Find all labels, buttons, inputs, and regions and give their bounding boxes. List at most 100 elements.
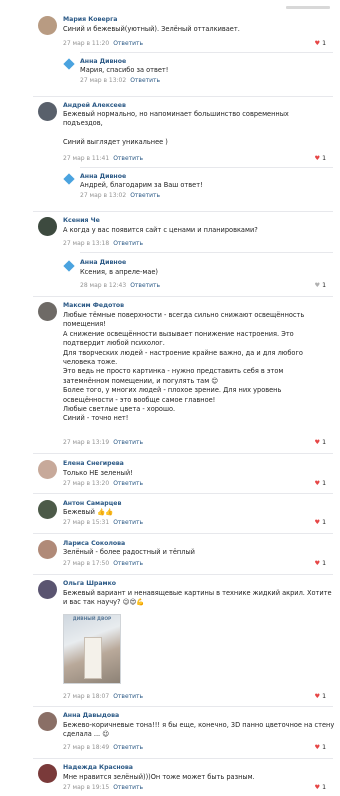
comment-meta: 27 мар в 13:19 Ответить — [63, 439, 143, 446]
like-button[interactable]: ♥ 1 — [315, 519, 327, 526]
comment-time[interactable]: 27 мар в 15:31 — [63, 519, 109, 526]
comment-author[interactable]: Максим Федотов — [63, 302, 124, 309]
divider — [33, 453, 333, 454]
like-button[interactable]: ♥ 1 — [315, 744, 327, 751]
reply-link[interactable]: Ответить — [130, 77, 160, 84]
diamond-logo-icon[interactable] — [63, 260, 75, 272]
avatar[interactable] — [38, 500, 57, 519]
comment-time[interactable]: 27 мар в 11:41 — [63, 155, 109, 162]
comment-time[interactable]: 28 мар в 12:43 — [80, 282, 126, 289]
comment-author[interactable]: Андрей Алексеев — [63, 102, 126, 109]
reply-link[interactable]: Ответить — [113, 40, 143, 47]
comment-text: Бежевый 👍👍 — [63, 508, 114, 516]
divider — [33, 706, 333, 707]
comment-text: А когда у вас появится сайт с ценами и п… — [63, 226, 258, 234]
heart-icon: ♥ — [314, 480, 321, 487]
avatar[interactable] — [38, 217, 57, 236]
comment-time[interactable]: 27 мар в 18:07 — [63, 693, 109, 700]
heart-icon: ♥ — [314, 282, 321, 289]
diamond-logo-icon[interactable] — [63, 58, 75, 70]
comment-author[interactable]: Анна Дивное — [80, 58, 126, 65]
like-button[interactable]: ♥ 1 — [315, 155, 327, 162]
reply-link[interactable]: Ответить — [130, 282, 160, 289]
reply-link[interactable]: Ответить — [113, 693, 143, 700]
divider — [80, 252, 333, 253]
heart-icon: ♥ — [314, 155, 321, 162]
attachment-caption: ДИВНЫЙ ДВОР — [72, 617, 112, 622]
reply-link[interactable]: Ответить — [113, 560, 143, 567]
comment-text: Бежевый вариант и ненавящевые картины в … — [63, 589, 332, 607]
comment-meta: 27 мар в 13:20 Ответить — [63, 480, 143, 487]
like-button[interactable]: ♥ 1 — [315, 40, 327, 47]
comment-text: Синий и бежевый(уютный). Зелёный отталки… — [63, 25, 240, 33]
heart-icon: ♥ — [314, 439, 321, 446]
divider — [80, 52, 333, 53]
comment-author[interactable]: Антон Самарцев — [63, 500, 121, 507]
avatar[interactable] — [38, 302, 57, 321]
comment-time[interactable]: 27 мар в 17:50 — [63, 560, 109, 567]
reply-link[interactable]: Ответить — [113, 439, 143, 446]
comment-author[interactable]: Анна Давыдова — [63, 712, 119, 719]
attachment-image[interactable]: ДИВНЫЙ ДВОР — [63, 614, 121, 684]
door-illustration — [84, 637, 102, 679]
comment-time[interactable]: 27 мар в 13:02 — [80, 77, 126, 84]
avatar[interactable] — [38, 102, 57, 121]
comment-author[interactable]: Елена Снегирева — [63, 460, 124, 467]
divider — [33, 533, 333, 534]
reply-link[interactable]: Ответить — [113, 744, 143, 751]
comment-time[interactable]: 27 мар в 18:49 — [63, 744, 109, 751]
avatar[interactable] — [38, 460, 57, 479]
divider — [33, 296, 333, 297]
heart-icon: ♥ — [314, 744, 321, 751]
reply-link[interactable]: Ответить — [130, 192, 160, 199]
comment-text: Бежевый нормально, но напоминает большин… — [63, 110, 289, 147]
comment-text: Бежево-коричневые тона!!! я бы еще, коне… — [63, 721, 335, 739]
avatar[interactable] — [38, 16, 57, 35]
avatar[interactable] — [38, 580, 57, 599]
avatar[interactable] — [38, 712, 57, 731]
comment-time[interactable]: 27 мар в 11:20 — [63, 40, 109, 47]
divider — [33, 574, 333, 575]
comment-time[interactable]: 27 мар в 13:02 — [80, 192, 126, 199]
like-button[interactable]: ♥ 1 — [315, 480, 327, 487]
comment-time[interactable]: 27 мар в 13:20 — [63, 480, 109, 487]
like-button[interactable]: ♥ 1 — [315, 560, 327, 567]
comment-author[interactable]: Анна Дивное — [80, 259, 126, 266]
diamond-logo-icon[interactable] — [63, 173, 75, 185]
comment-text: Андрей, благодарим за Ваш ответ! — [80, 181, 203, 189]
scroll-indicator — [286, 6, 330, 9]
comment-time[interactable]: 27 мар в 13:19 — [63, 439, 109, 446]
comment-author[interactable]: Анна Дивное — [80, 173, 126, 180]
comment-time[interactable]: 27 мар в 13:18 — [63, 240, 109, 247]
reply-link[interactable]: Ответить — [113, 155, 143, 162]
heart-icon: ♥ — [314, 784, 321, 791]
comment-meta: 27 мар в 11:20 Ответить — [63, 40, 143, 47]
comment-author[interactable]: Надежда Краснова — [63, 764, 133, 771]
reply-link[interactable]: Ответить — [113, 784, 143, 791]
comment-text: Ксения, в апреле-мае) — [80, 268, 158, 276]
like-button[interactable]: ♥ 1 — [315, 784, 327, 791]
avatar[interactable] — [38, 764, 57, 783]
like-button[interactable]: ♥ 1 — [315, 439, 327, 446]
comment-author[interactable]: Лариса Соколова — [63, 540, 125, 547]
comment-time[interactable]: 27 мар в 19:15 — [63, 784, 109, 791]
comment-text: Любые тёмные поверхности - всегда сильно… — [63, 311, 305, 423]
comment-meta: 27 мар в 13:02 Ответить — [80, 77, 160, 84]
avatar[interactable] — [38, 540, 57, 559]
comment-author[interactable]: Ольга Шрамко — [63, 580, 116, 587]
comment-text: Только НЕ зеленый! — [63, 469, 133, 477]
comment-text: Мария, спасибо за ответ! — [80, 66, 169, 74]
heart-icon: ♥ — [314, 693, 321, 700]
comment-meta: 27 мар в 13:18 Ответить — [63, 240, 143, 247]
heart-icon: ♥ — [314, 519, 321, 526]
comment-author[interactable]: Мария Коверга — [63, 16, 117, 23]
reply-link[interactable]: Ответить — [113, 240, 143, 247]
reply-link[interactable]: Ответить — [113, 480, 143, 487]
comment-meta: 27 мар в 13:02 Ответить — [80, 192, 160, 199]
like-button[interactable]: ♥ 1 — [315, 282, 327, 289]
comment-author[interactable]: Ксения Че — [63, 217, 100, 224]
comment-meta: 27 мар в 18:49 Ответить — [63, 744, 143, 751]
reply-link[interactable]: Ответить — [113, 519, 143, 526]
heart-icon: ♥ — [314, 40, 321, 47]
like-button[interactable]: ♥ 1 — [315, 693, 327, 700]
